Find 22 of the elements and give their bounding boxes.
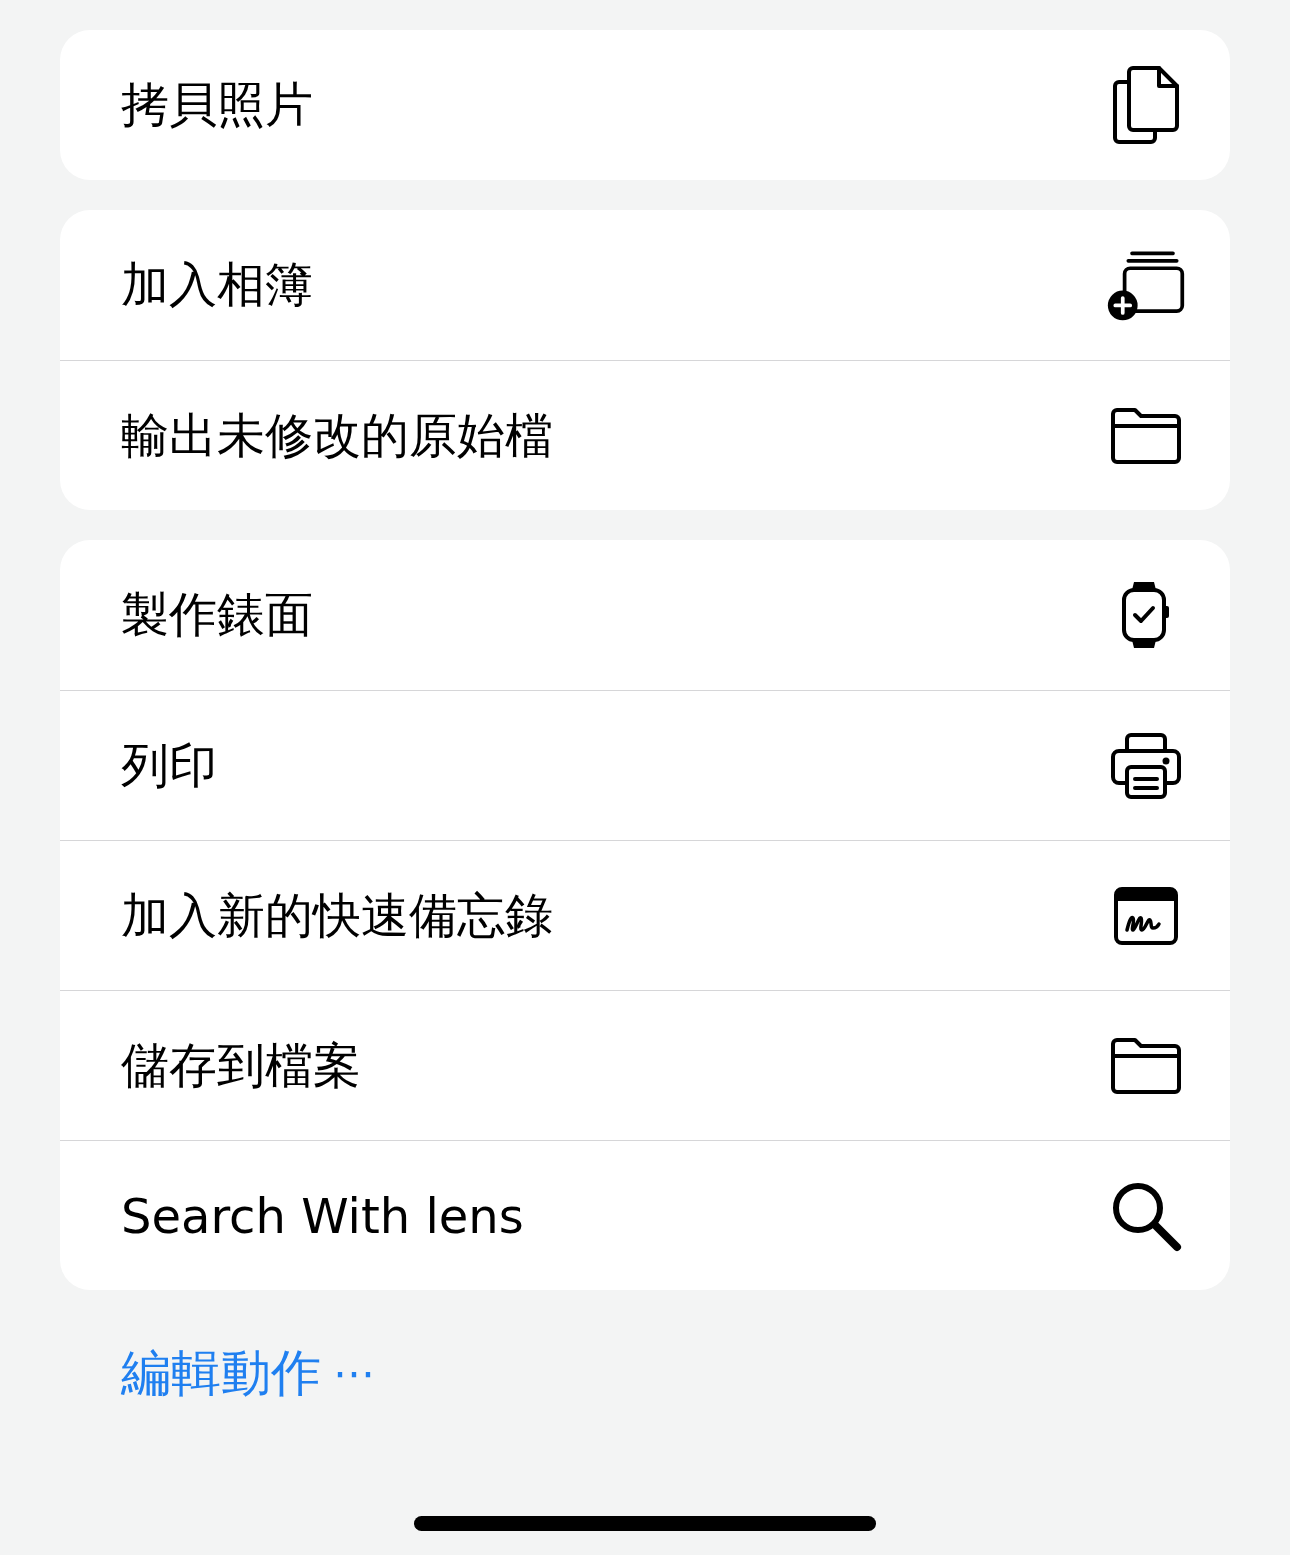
copy-icon xyxy=(1111,64,1181,146)
action-label: Search With lens xyxy=(121,1187,524,1244)
action-row[interactable]: 輸出未修改的原始檔 xyxy=(60,360,1230,510)
action-label: 儲存到檔案 xyxy=(121,1035,361,1095)
action-row[interactable]: 加入相簿 xyxy=(60,210,1230,360)
action-label: 加入新的快速備忘錄 xyxy=(121,885,553,945)
action-label: 製作錶面 xyxy=(121,585,313,644)
edit-actions-link[interactable]: 編輯動作 ⋯ xyxy=(121,1340,375,1407)
action-row[interactable]: 儲存到檔案 xyxy=(60,990,1230,1140)
action-row[interactable]: 製作錶面 xyxy=(60,540,1230,690)
printer-icon xyxy=(1109,730,1183,801)
action-label: 列印 xyxy=(121,735,217,795)
folder-icon xyxy=(1109,405,1183,466)
action-label: 輸出未修改的原始檔 xyxy=(121,405,553,465)
action-row[interactable]: 列印 xyxy=(60,690,1230,840)
note-icon xyxy=(1113,885,1179,946)
action-label: 拷貝照片 xyxy=(121,75,313,134)
folder-icon xyxy=(1109,1035,1183,1096)
action-row[interactable]: Search With lens xyxy=(60,1140,1230,1290)
action-row[interactable]: 拷貝照片 xyxy=(60,30,1230,180)
action-label: 加入相簿 xyxy=(121,255,313,314)
action-row[interactable]: 加入新的快速備忘錄 xyxy=(60,840,1230,990)
